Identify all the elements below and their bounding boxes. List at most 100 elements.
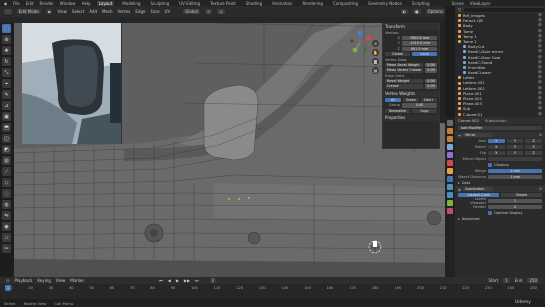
optimal-display-checkbox[interactable] [488, 211, 492, 215]
mean-bevel-weight-field[interactable]: 0.00 [425, 62, 437, 68]
snap-icon[interactable]: ⊙ [204, 9, 213, 14]
flip-y[interactable]: Y [506, 150, 524, 156]
local-toggle[interactable]: Local [412, 52, 437, 57]
prev-key-icon[interactable]: ◀ [168, 278, 171, 283]
menu-edge[interactable]: Edge [135, 9, 145, 14]
flip-x[interactable]: X [488, 150, 505, 156]
physics-tab-icon[interactable] [447, 192, 453, 198]
add-modifier-button[interactable]: Add Modifier [458, 125, 542, 131]
pan-icon[interactable]: ✋ [372, 49, 379, 56]
timeline-ruler[interactable]: 1020304050607080901001101201301401501601… [0, 284, 545, 292]
bevel-icon[interactable]: ◩ [2, 145, 11, 154]
playhead[interactable]: 1 [5, 285, 11, 291]
smooth-icon[interactable]: ◍ [2, 200, 11, 209]
play-icon[interactable]: ▶ [176, 278, 179, 283]
tab-rendering[interactable]: Rendering [301, 1, 325, 6]
menu-timeline-view[interactable]: View [56, 278, 66, 283]
shrink-icon[interactable]: ◉ [2, 222, 11, 231]
select-box-icon[interactable]: ⬚ [2, 24, 11, 33]
weights-mode-green[interactable]: Green [403, 97, 419, 103]
tool-tab-icon[interactable] [447, 120, 453, 126]
transform-icon[interactable]: ⌖ [2, 79, 11, 88]
add-cube-icon[interactable]: ▣ [2, 112, 11, 121]
camera-icon[interactable]: ◙ [372, 58, 379, 65]
menu-add[interactable]: Add [89, 9, 97, 14]
menu-edit[interactable]: Edit [26, 1, 34, 6]
tab-geometry-nodes[interactable]: Geometry Nodes [366, 1, 404, 6]
tab-compositing[interactable]: Compositing [331, 1, 360, 6]
normalize-button[interactable]: Normalize [385, 108, 410, 113]
render-tab-icon[interactable] [447, 128, 453, 134]
menu-render[interactable]: Render [40, 1, 54, 6]
poly-build-icon[interactable]: ◇ [2, 178, 11, 187]
mean-vertex-crease-field[interactable]: 0.00 [425, 68, 437, 73]
median-z-field[interactable]: 891.9 mm [402, 46, 437, 52]
menu-playback[interactable]: Playback [15, 278, 33, 283]
data-subpanel-toggle[interactable]: ▸ [458, 181, 460, 185]
tab-sculpting[interactable]: Sculpting [149, 1, 172, 6]
menu-window[interactable]: Window [60, 1, 76, 6]
tab-texture-paint[interactable]: Texture Paint [208, 1, 238, 6]
properties-panel-title[interactable]: Properties [383, 115, 439, 122]
edge-slide-icon[interactable]: ⇋ [2, 211, 11, 220]
median-y-field[interactable]: -1019.5 mm [402, 41, 437, 46]
particles-tab-icon[interactable] [447, 184, 453, 190]
modifier-tab-icon[interactable] [447, 176, 453, 182]
tab-modeling[interactable]: Modeling [120, 1, 142, 6]
bisect-z[interactable]: Z [525, 144, 543, 150]
vgroup-field[interactable]: 0.00 [402, 103, 437, 108]
clipping-checkbox[interactable] [488, 163, 492, 167]
subdivision-name-field[interactable]: Subdivision [463, 186, 494, 192]
current-frame-field[interactable]: 1 [209, 278, 217, 283]
levels-viewport-field[interactable]: 1 [488, 198, 542, 204]
object-tab-icon[interactable] [447, 168, 453, 174]
crease-field[interactable]: 0.00 [425, 84, 437, 89]
perspective-icon[interactable]: ▦ [372, 67, 379, 74]
extrude-icon[interactable]: ⬒ [2, 123, 11, 132]
world-tab-icon[interactable] [447, 160, 453, 166]
menu-select[interactable]: Select [72, 9, 84, 14]
orientation-selector[interactable]: Global [183, 9, 200, 14]
timeline-editor-icon[interactable]: ◷ [6, 278, 10, 283]
shear-icon[interactable]: ▱ [2, 233, 11, 242]
material-tab-icon[interactable] [447, 208, 453, 214]
axis-x[interactable]: X [488, 138, 505, 144]
bisect-distance-field[interactable]: 1 mm [488, 174, 542, 180]
axis-y[interactable]: Y [506, 138, 524, 144]
scene-tab-icon[interactable] [447, 152, 453, 158]
merge-field[interactable]: 1 mm [488, 168, 542, 174]
menu-mesh[interactable]: Mesh [102, 9, 113, 14]
options-button[interactable]: Options [425, 9, 445, 14]
flip-z[interactable]: Z [525, 150, 543, 156]
outliner-item[interactable]: C.bone.01 👁 [458, 112, 545, 117]
spin-icon[interactable]: ◌ [2, 189, 11, 198]
bisect-x[interactable]: X [488, 144, 505, 150]
next-key-icon[interactable]: ▶▶ [184, 278, 190, 283]
annotate-icon[interactable]: ✎ [2, 90, 11, 99]
menu-file[interactable]: File [13, 1, 20, 6]
zoom-icon[interactable]: ⊕ [372, 40, 379, 47]
cursor-icon[interactable]: ⊕ [2, 35, 11, 44]
tab-animation[interactable]: Animation [270, 1, 294, 6]
tab-shading[interactable]: Shading [244, 1, 264, 6]
rip-icon[interactable]: ✂ [2, 244, 11, 253]
output-tab-icon[interactable] [447, 136, 453, 142]
menu-keying[interactable]: Keying [37, 278, 50, 283]
inset-icon[interactable]: ◫ [2, 134, 11, 143]
start-frame-field[interactable]: 1 [503, 278, 510, 283]
mode-selector[interactable]: Edit Mode [16, 9, 41, 14]
mirror-object-field[interactable] [488, 156, 542, 162]
simple-button[interactable]: Simple [501, 192, 542, 198]
menu-view[interactable]: View [57, 9, 67, 14]
weights-mode-dev[interactable]: Dev+ [421, 97, 437, 103]
weights-mode-all[interactable]: All [385, 97, 401, 103]
navigation-gizmo[interactable] [347, 30, 373, 56]
measure-icon[interactable]: ⊿ [2, 101, 11, 110]
render-levels-field[interactable]: 2 [488, 204, 542, 210]
subdivision-close-icon[interactable]: ✕ [539, 187, 542, 191]
blender-logo-icon[interactable]: ◆ [4, 1, 7, 6]
tab-uv-editing[interactable]: UV Editing [177, 1, 202, 6]
menu-face[interactable]: Face [150, 9, 159, 14]
end-frame-field[interactable]: 250 [527, 278, 539, 283]
menu-marker[interactable]: Marker [70, 278, 84, 283]
